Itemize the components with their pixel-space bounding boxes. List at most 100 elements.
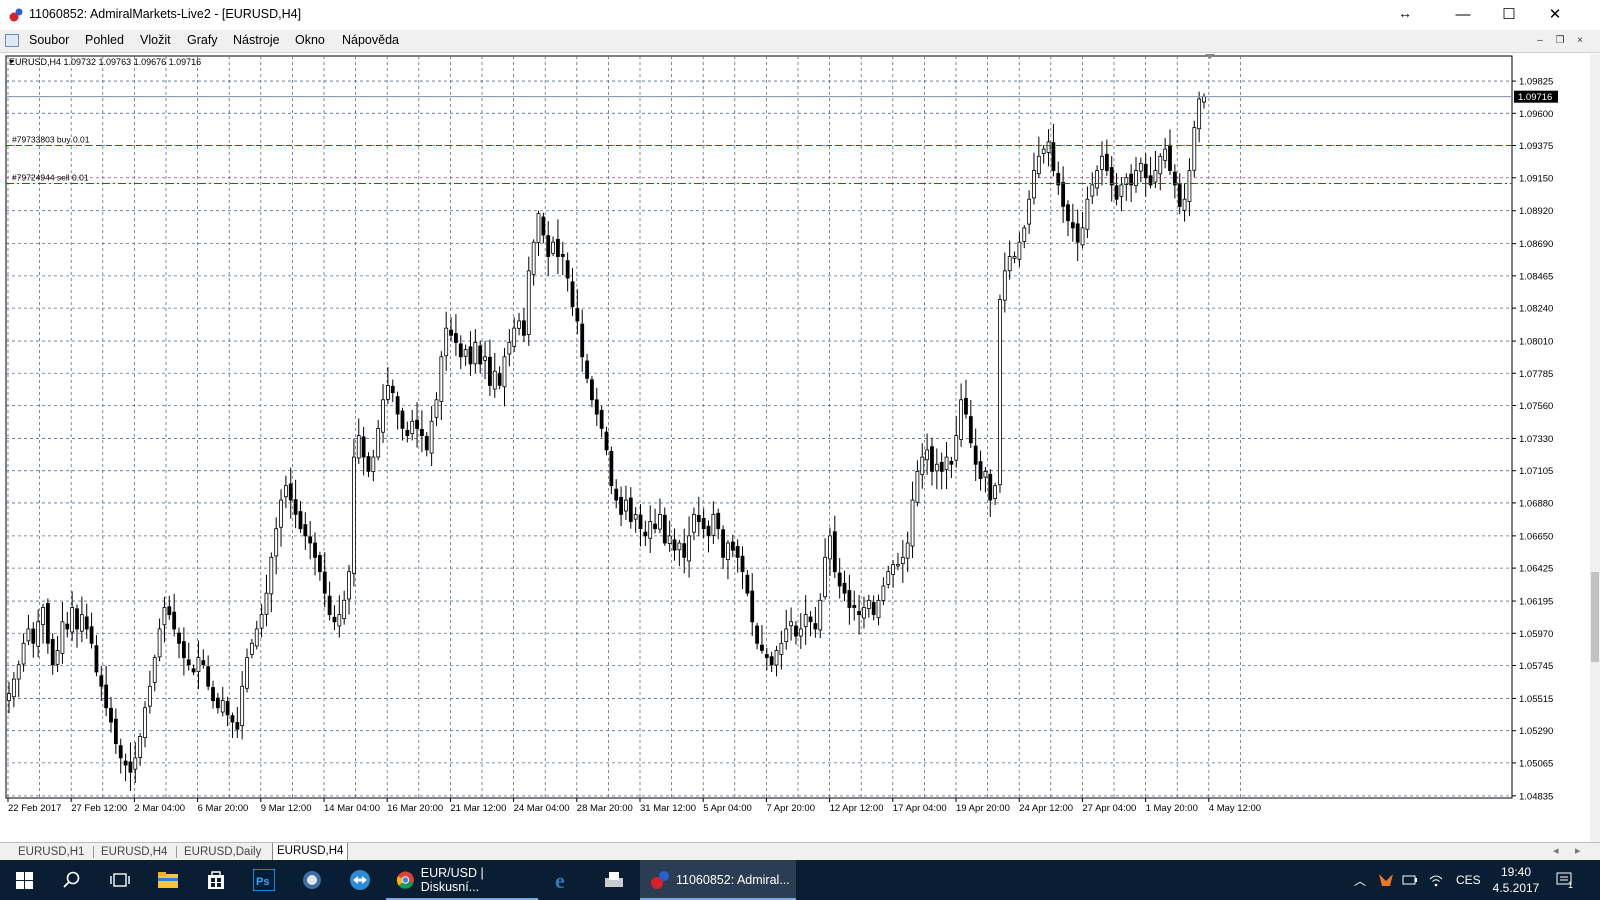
candle bbox=[769, 651, 774, 673]
candle bbox=[225, 696, 230, 727]
candle bbox=[507, 329, 512, 367]
candle bbox=[50, 633, 55, 675]
tray-chevron-icon[interactable]: ︿ bbox=[1354, 860, 1366, 900]
menu-nastroje[interactable]: Nástroje bbox=[233, 33, 280, 47]
candle-body bbox=[1012, 256, 1017, 259]
x-tick-label: 2 Mar 04:00 bbox=[134, 803, 185, 814]
menu-napoveda[interactable]: Nápověda bbox=[342, 33, 399, 47]
tab-eurusd-h1[interactable]: EURUSD,H1 bbox=[14, 844, 88, 860]
time-axis: 22 Feb 2017 27 Feb 12:00 2 Mar 04:00 6 Mar … bbox=[7, 798, 1261, 814]
start-button[interactable] bbox=[0, 860, 48, 900]
candle-body bbox=[415, 419, 419, 429]
candle bbox=[1075, 209, 1080, 262]
candles bbox=[7, 91, 1206, 792]
price-chart[interactable]: 1.09716 #79733803 buy 0.01 #79724944 sell … bbox=[4, 54, 1592, 842]
candle-body bbox=[628, 497, 633, 522]
candle-body bbox=[245, 657, 249, 689]
candle-body bbox=[1032, 170, 1036, 199]
x-tick-label: 9 Mar 12:00 bbox=[261, 803, 312, 814]
candle-body bbox=[1104, 153, 1109, 171]
photoshop-button[interactable]: Ps bbox=[240, 860, 288, 900]
candle bbox=[60, 602, 65, 664]
candle-body bbox=[988, 473, 993, 501]
notification-center-button[interactable]: 1 bbox=[1556, 860, 1573, 900]
candle bbox=[526, 256, 531, 346]
metatrader-app-icon bbox=[9, 8, 23, 22]
candle-body bbox=[687, 535, 691, 562]
order-label: #79733803 buy 0.01 bbox=[12, 135, 90, 145]
candle bbox=[512, 317, 517, 352]
battery-icon[interactable] bbox=[1402, 860, 1418, 900]
app-button-2[interactable] bbox=[336, 860, 384, 900]
mdi-close-button[interactable]: × bbox=[1572, 34, 1588, 48]
candle bbox=[808, 611, 813, 637]
tab-scroll-right-icon[interactable]: ▸ bbox=[1575, 844, 1581, 857]
candle-body bbox=[726, 542, 730, 560]
candle-body bbox=[1143, 163, 1148, 179]
menu-vlozit[interactable]: Vložit bbox=[140, 33, 171, 47]
candle-body bbox=[517, 320, 521, 329]
candle bbox=[604, 426, 609, 456]
candle-body bbox=[337, 614, 342, 627]
app-button-3[interactable] bbox=[590, 860, 638, 900]
candle bbox=[998, 294, 1002, 493]
candle-body bbox=[201, 660, 206, 666]
candle-body bbox=[303, 524, 308, 537]
candle-body bbox=[1109, 167, 1114, 186]
candle-body bbox=[590, 379, 594, 401]
menu-grafy[interactable]: Grafy bbox=[187, 33, 218, 47]
candle bbox=[624, 485, 628, 521]
y-tick-label: 1.07330 bbox=[1519, 434, 1553, 445]
tab-scroll-left-icon[interactable]: ◂ bbox=[1553, 844, 1559, 857]
menu-pohled[interactable]: Pohled bbox=[85, 33, 124, 47]
language-indicator[interactable]: CES bbox=[1456, 860, 1481, 900]
candle bbox=[356, 418, 361, 464]
candle-body bbox=[162, 607, 167, 626]
mdi-restore-button[interactable]: ❐ bbox=[1552, 34, 1568, 48]
candle-body bbox=[327, 595, 332, 616]
scrollbar-thumb[interactable] bbox=[1591, 572, 1599, 662]
file-explorer-button[interactable] bbox=[144, 860, 192, 900]
candle-body bbox=[871, 602, 876, 616]
tray-app-icon[interactable] bbox=[1378, 860, 1394, 900]
store-button[interactable] bbox=[192, 860, 240, 900]
candle-body bbox=[225, 701, 230, 716]
edge-button[interactable]: e bbox=[540, 860, 588, 900]
menu-okno[interactable]: Okno bbox=[295, 33, 325, 47]
candle bbox=[842, 570, 847, 602]
search-button[interactable] bbox=[48, 860, 96, 900]
candle bbox=[993, 482, 998, 505]
clock[interactable]: 19:40 4.5.2017 bbox=[1492, 860, 1540, 900]
minimize-button[interactable]: — bbox=[1440, 0, 1486, 30]
tab-eurusd-daily[interactable]: EURUSD,Daily bbox=[180, 844, 265, 860]
taskbar-app-metatrader[interactable]: 11060852: Admiral... bbox=[640, 860, 796, 900]
tab-eurusd-h4[interactable]: EURUSD,H4 bbox=[97, 844, 171, 860]
tab-separator bbox=[93, 846, 94, 858]
close-button[interactable]: ✕ bbox=[1532, 0, 1578, 30]
tab-eurusd-h4-active[interactable]: EURUSD,H4 bbox=[272, 843, 349, 861]
candle-body bbox=[638, 514, 643, 530]
task-view-button[interactable] bbox=[96, 860, 144, 900]
candle bbox=[230, 712, 235, 738]
candle bbox=[915, 460, 920, 507]
app-button[interactable] bbox=[288, 860, 336, 900]
chart-area[interactable]: 1.09716 #79733803 buy 0.01 #79724944 sell … bbox=[4, 54, 1592, 842]
candle bbox=[1158, 153, 1163, 191]
chart-window-icon[interactable] bbox=[5, 34, 19, 47]
mdi-minimize-button[interactable]: – bbox=[1532, 34, 1548, 48]
candle bbox=[648, 505, 653, 554]
candle-body bbox=[745, 574, 750, 594]
candle bbox=[390, 379, 395, 403]
taskbar-app-chrome[interactable]: EUR/USD | Diskusní... bbox=[386, 860, 538, 900]
candle bbox=[1036, 136, 1041, 178]
x-tick-label: 28 Mar 20:00 bbox=[577, 803, 633, 814]
menu-soubor[interactable]: Soubor bbox=[29, 33, 69, 47]
y-tick-label: 1.07785 bbox=[1519, 369, 1553, 380]
candle-body bbox=[1119, 184, 1124, 197]
maximize-button[interactable]: ☐ bbox=[1486, 0, 1532, 30]
vertical-scrollbar[interactable] bbox=[1590, 54, 1600, 842]
candle bbox=[1187, 158, 1192, 216]
wifi-icon[interactable] bbox=[1428, 860, 1444, 900]
x-tick-label: 14 Mar 04:00 bbox=[324, 803, 380, 814]
candle-body bbox=[925, 449, 930, 461]
